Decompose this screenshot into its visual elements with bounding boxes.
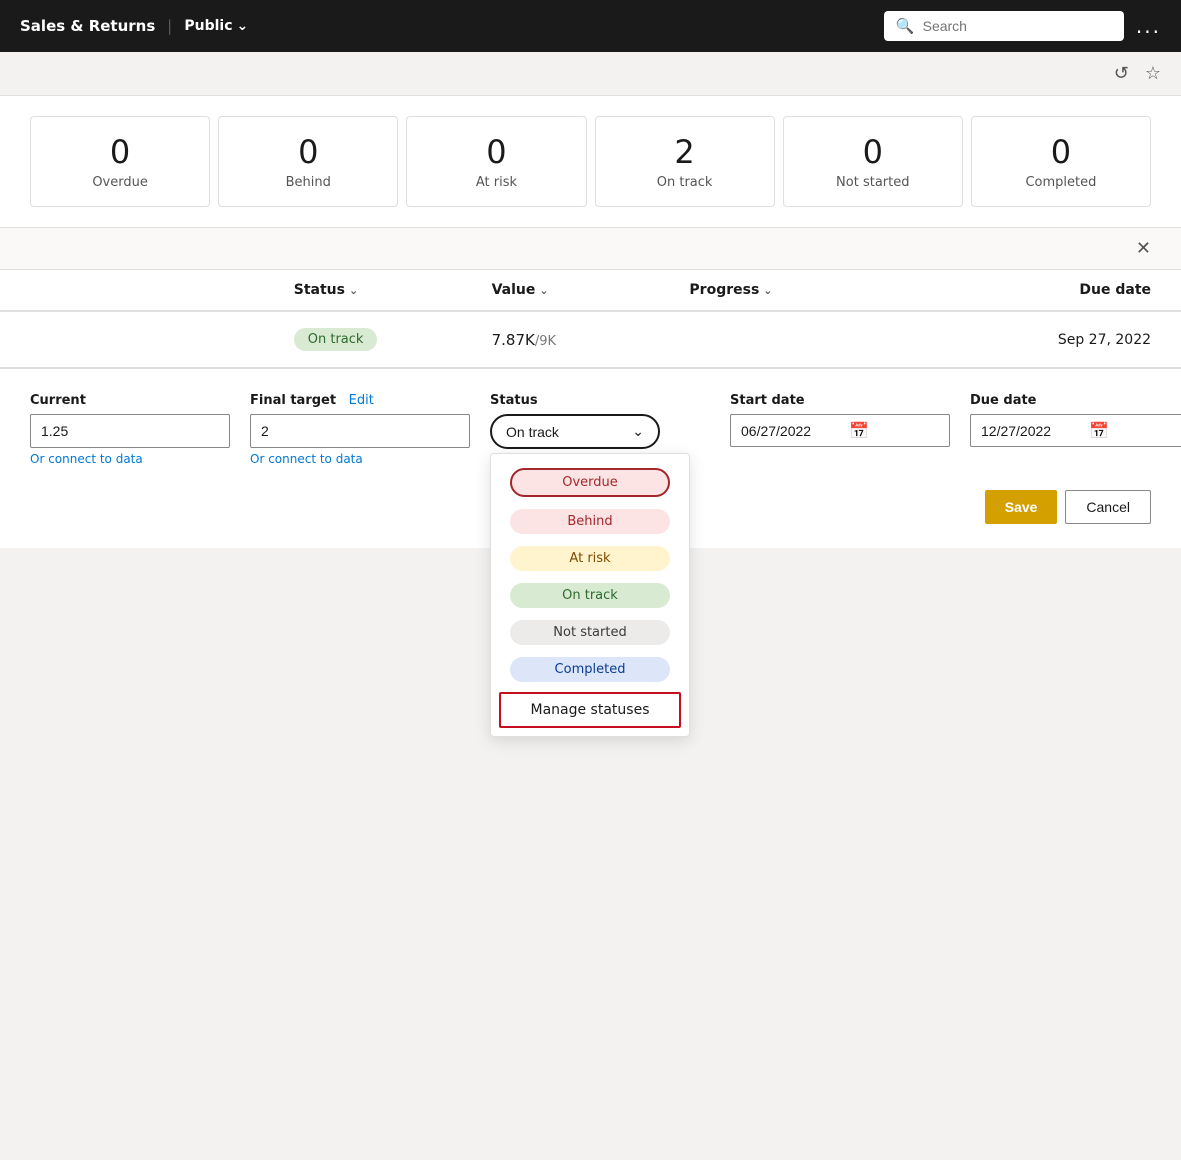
final-target-input[interactable] <box>250 414 470 448</box>
card-on-track-label: On track <box>608 175 762 190</box>
card-overdue-label: Overdue <box>43 175 197 190</box>
card-not-started-number: 0 <box>796 133 950 171</box>
table-row[interactable]: On track 7.87K/9K Sep 27, 2022 <box>0 312 1181 368</box>
dropdown-chevron-icon: ⌄ <box>632 423 644 440</box>
start-date-input-container[interactable]: 📅 <box>730 414 950 447</box>
star-icon[interactable]: ☆ <box>1145 63 1161 84</box>
current-label: Current <box>30 393 230 408</box>
dropdown-item-completed[interactable]: Completed <box>491 651 689 688</box>
card-overdue[interactable]: 0 Overdue <box>30 116 210 207</box>
cards-row: 0 Overdue 0 Behind 0 At risk 2 On track … <box>30 116 1151 207</box>
start-date-input[interactable] <box>741 423 841 439</box>
status-field: Status On track ⌄ Overdue Behind At risk… <box>490 393 710 449</box>
due-date-label: Due date <box>970 393 1181 408</box>
search-icon: 🔍 <box>896 17 915 35</box>
summary-section: 0 Overdue 0 Behind 0 At risk 2 On track … <box>0 96 1181 228</box>
top-navigation: Sales & Returns | Public ⌄ 🔍 ... <box>0 0 1181 52</box>
dropdown-item-at-risk[interactable]: At risk <box>491 540 689 577</box>
due-date-input[interactable] <box>981 423 1081 439</box>
col-progress-header[interactable]: Progress ⌄ <box>689 282 953 298</box>
col-value-header[interactable]: Value ⌄ <box>492 282 690 298</box>
due-date-input-container[interactable]: 📅 <box>970 414 1181 447</box>
save-button[interactable]: Save <box>985 490 1058 524</box>
chevron-down-icon: ⌄ <box>237 18 249 34</box>
dropdown-item-not-started[interactable]: Not started <box>491 614 689 651</box>
card-behind[interactable]: 0 Behind <box>218 116 398 207</box>
card-at-risk[interactable]: 0 At risk <box>406 116 586 207</box>
table-header: Status ⌄ Value ⌄ Progress ⌄ Due date <box>0 270 1181 312</box>
start-date-field: Start date 📅 <box>730 393 950 447</box>
filter-bar: ✕ <box>0 228 1181 270</box>
col-duedate-header: Due date <box>953 282 1151 298</box>
status-dropdown-menu: Overdue Behind At risk On track Not star… <box>490 453 690 737</box>
nav-divider: | <box>167 17 172 35</box>
manage-statuses-button[interactable]: Manage statuses <box>499 692 681 728</box>
progress-sort-icon: ⌄ <box>763 284 772 297</box>
toolbar: ↺ ☆ <box>0 52 1181 96</box>
app-title: Sales & Returns <box>20 17 155 35</box>
cancel-button[interactable]: Cancel <box>1065 490 1151 524</box>
search-box[interactable]: 🔍 <box>884 11 1124 41</box>
status-dropdown-button[interactable]: On track ⌄ <box>490 414 660 449</box>
refresh-icon[interactable]: ↺ <box>1114 63 1129 84</box>
connect-to-data-2[interactable]: Or connect to data <box>250 452 470 466</box>
col-status-header[interactable]: Status ⌄ <box>294 282 492 298</box>
badge-behind: Behind <box>510 509 670 534</box>
row-value: 7.87K/9K <box>492 331 690 349</box>
final-target-field: Final target Edit Or connect to data <box>250 393 470 466</box>
dropdown-item-on-track[interactable]: On track <box>491 577 689 614</box>
close-button[interactable]: ✕ <box>1136 238 1151 259</box>
more-button[interactable]: ... <box>1136 14 1161 38</box>
card-at-risk-label: At risk <box>419 175 573 190</box>
final-target-label: Final target Edit <box>250 393 470 408</box>
card-completed[interactable]: 0 Completed <box>971 116 1151 207</box>
row-duedate: Sep 27, 2022 <box>953 332 1151 348</box>
detail-panel: Current Or connect to data Final target … <box>0 368 1181 548</box>
status-field-label: Status <box>490 393 710 408</box>
card-on-track-number: 2 <box>608 133 762 171</box>
row-status: On track <box>294 328 492 351</box>
value-sort-icon: ⌄ <box>539 284 548 297</box>
dropdown-item-behind[interactable]: Behind <box>491 503 689 540</box>
card-on-track[interactable]: 2 On track <box>595 116 775 207</box>
connect-to-data-1[interactable]: Or connect to data <box>30 452 230 466</box>
current-input[interactable] <box>30 414 230 448</box>
badge-on-track: On track <box>510 583 670 608</box>
badge-at-risk: At risk <box>510 546 670 571</box>
due-date-field: Due date 📅 <box>970 393 1181 447</box>
current-field: Current Or connect to data <box>30 393 230 466</box>
card-behind-label: Behind <box>231 175 385 190</box>
start-date-label: Start date <box>730 393 950 408</box>
edit-link[interactable]: Edit <box>349 393 374 408</box>
badge-not-started: Not started <box>510 620 670 645</box>
card-not-started[interactable]: 0 Not started <box>783 116 963 207</box>
card-overdue-number: 0 <box>43 133 197 171</box>
card-completed-label: Completed <box>984 175 1138 190</box>
dropdown-item-overdue[interactable]: Overdue <box>491 462 689 503</box>
card-completed-number: 0 <box>984 133 1138 171</box>
visibility-label: Public <box>184 18 232 34</box>
toolbar-icons: ↺ ☆ <box>1114 63 1161 84</box>
status-sort-icon: ⌄ <box>349 284 358 297</box>
top-nav-right: 🔍 ... <box>884 11 1161 41</box>
start-date-calendar-icon[interactable]: 📅 <box>849 421 869 440</box>
visibility-dropdown[interactable]: Public ⌄ <box>184 18 248 34</box>
card-behind-number: 0 <box>231 133 385 171</box>
due-date-calendar-icon[interactable]: 📅 <box>1089 421 1109 440</box>
badge-overdue: Overdue <box>510 468 670 497</box>
card-at-risk-number: 0 <box>419 133 573 171</box>
badge-completed: Completed <box>510 657 670 682</box>
card-not-started-label: Not started <box>796 175 950 190</box>
status-badge: On track <box>294 328 378 351</box>
search-input[interactable] <box>923 18 1112 34</box>
